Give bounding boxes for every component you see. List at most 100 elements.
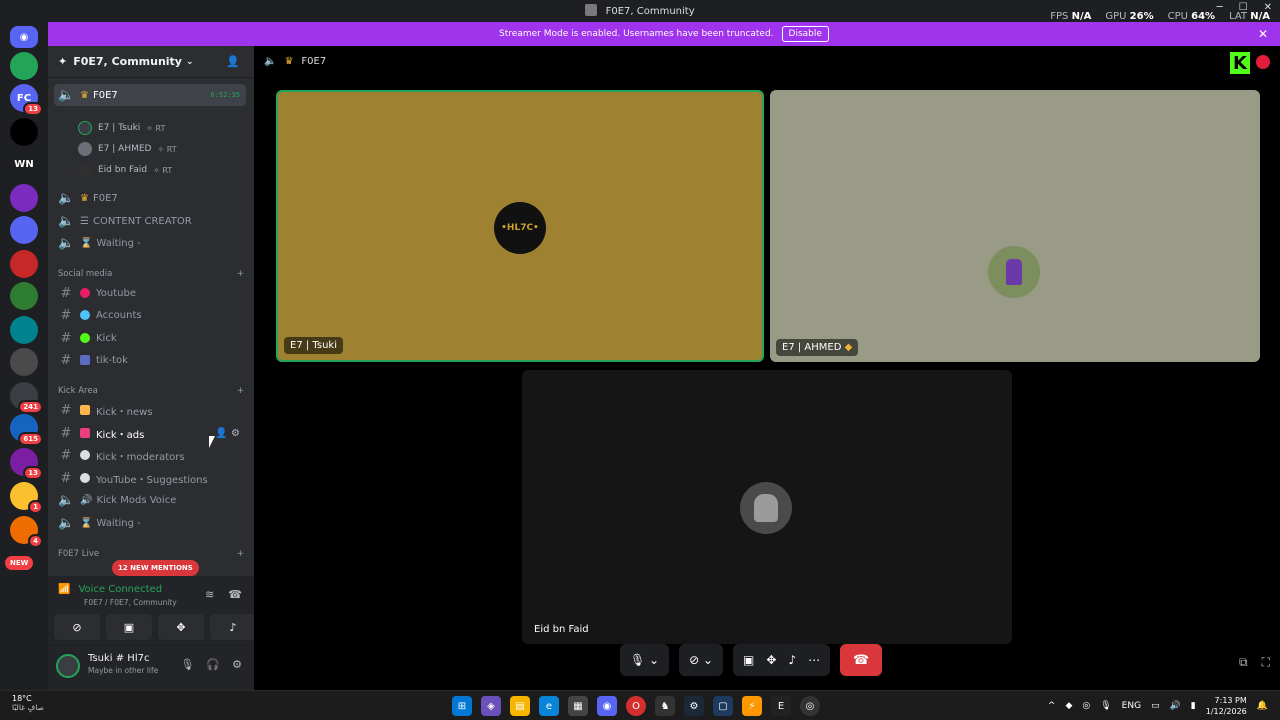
- voice-user[interactable]: Eid bn Faid ✧ RT: [78, 161, 172, 179]
- category-live[interactable]: F0E7 Live +: [58, 549, 244, 559]
- opera-icon[interactable]: O: [626, 696, 646, 716]
- server-icon[interactable]: FC 13: [10, 84, 43, 116]
- voice-channel[interactable]: 🔈 🔊 Kick Mods Voice: [54, 489, 246, 511]
- text-channel[interactable]: # Kick: [54, 327, 246, 349]
- close-banner-icon[interactable]: ✕: [1258, 27, 1268, 41]
- screen-share-button[interactable]: ▣: [106, 614, 152, 640]
- tray-app-icon[interactable]: ◎: [1082, 701, 1090, 711]
- new-mentions-pill[interactable]: 12 NEW MENTIONS: [112, 560, 199, 576]
- network-icon[interactable]: ▭: [1151, 701, 1160, 711]
- server-icon[interactable]: [10, 216, 38, 244]
- gear-icon[interactable]: ⚙: [232, 658, 242, 671]
- server-icon[interactable]: [10, 316, 38, 344]
- server-icon[interactable]: 13: [10, 448, 43, 480]
- add-channel-icon[interactable]: +: [237, 269, 244, 279]
- server-icon[interactable]: 4: [10, 516, 43, 548]
- app-icon[interactable]: ▢: [713, 696, 733, 716]
- voice-channel[interactable]: 🔈 ☰ CONTENT CREATOR: [54, 210, 246, 232]
- app-icon[interactable]: ♞: [655, 696, 675, 716]
- more-options-icon[interactable]: ⋯: [808, 653, 820, 667]
- tray-app-icon[interactable]: ◆: [1065, 701, 1072, 711]
- headphones-icon[interactable]: 🎧: [206, 658, 220, 671]
- voice-channel-active[interactable]: 🔈 ♛ F0E7 6:52:35: [54, 84, 246, 106]
- text-channel[interactable]: # YouTube・Suggestions: [54, 467, 246, 489]
- gear-icon[interactable]: ⚙: [231, 428, 240, 439]
- invite-people-icon[interactable]: 👤: [226, 55, 240, 68]
- camera-button[interactable]: ⊘ ⌄: [679, 644, 724, 676]
- guild-header[interactable]: ✦ F0E7, Community ⌄ 👤: [48, 46, 254, 78]
- edge-icon[interactable]: e: [539, 696, 559, 716]
- maximize-icon[interactable]: ☐: [1239, 2, 1248, 13]
- text-channel[interactable]: # Kick・news: [54, 399, 246, 421]
- server-icon[interactable]: [10, 282, 38, 310]
- chevron-up-icon[interactable]: ^: [1048, 701, 1056, 711]
- new-badge: NEW: [5, 556, 34, 570]
- discord-taskbar-icon[interactable]: ◉: [597, 696, 617, 716]
- disconnect-icon[interactable]: ☎: [228, 588, 242, 601]
- server-icon[interactable]: [10, 52, 38, 80]
- camera-toggle-button[interactable]: ⊘: [54, 614, 100, 640]
- text-channel[interactable]: # tik-tok: [54, 349, 246, 371]
- discord-home-icon[interactable]: ◉: [10, 26, 38, 48]
- minimize-icon[interactable]: ─: [1217, 2, 1223, 13]
- language-indicator[interactable]: ENG: [1122, 701, 1141, 711]
- category-kick[interactable]: Kick Area +: [58, 386, 244, 396]
- crown-icon: ♛: [80, 192, 89, 204]
- voice-channel[interactable]: 🔈 ⌛ Waiting -: [54, 512, 246, 534]
- video-tile[interactable]: Eid bn Faid: [522, 370, 1012, 644]
- server-icon[interactable]: [10, 250, 38, 278]
- battery-icon[interactable]: ▮: [1191, 701, 1196, 711]
- close-window-icon[interactable]: ✕: [1264, 2, 1272, 13]
- screen-share-icon[interactable]: ▣: [743, 653, 754, 667]
- noise-suppression-icon[interactable]: ≋: [205, 588, 214, 601]
- windows-start-icon[interactable]: ⊞: [452, 696, 472, 716]
- server-icon[interactable]: [10, 348, 38, 376]
- voice-channel[interactable]: 🔈 ♛ F0E7: [54, 187, 246, 209]
- soundboard-button[interactable]: ♪: [210, 614, 256, 640]
- activities-icon[interactable]: ✥: [766, 653, 776, 667]
- voice-channel[interactable]: 🔈 ⌛ Waiting -: [54, 232, 246, 254]
- leave-call-button[interactable]: ☎: [840, 644, 883, 676]
- copilot-icon[interactable]: ◈: [481, 696, 501, 716]
- server-icon[interactable]: 241: [10, 382, 43, 414]
- avatar[interactable]: [56, 654, 80, 678]
- server-icon[interactable]: [10, 184, 38, 212]
- add-channel-icon[interactable]: +: [237, 386, 244, 396]
- add-channel-icon[interactable]: +: [237, 549, 244, 559]
- weather-widget[interactable]: 18°C صافٍ غالبًا: [12, 694, 44, 712]
- soundboard-icon[interactable]: ♪: [788, 653, 796, 667]
- voice-location[interactable]: F0E7 / F0E7, Community: [84, 598, 177, 607]
- app-icon[interactable]: ⚡: [742, 696, 762, 716]
- popout-icon[interactable]: ⧉: [1239, 655, 1248, 670]
- steam-icon[interactable]: ⚙: [684, 696, 704, 716]
- user-name[interactable]: Tsuki # Hl7c: [88, 653, 149, 664]
- server-icon[interactable]: [10, 118, 38, 146]
- channel-name: Youtube: [96, 287, 136, 299]
- fullscreen-icon[interactable]: ⛶: [1262, 655, 1270, 670]
- volume-icon[interactable]: 🔊: [1170, 701, 1181, 711]
- file-explorer-icon[interactable]: ▤: [510, 696, 530, 716]
- microphone-icon[interactable]: 🎙: [180, 658, 194, 671]
- disable-streamer-button[interactable]: Disable: [781, 26, 829, 42]
- youtube-icon: [80, 288, 90, 298]
- video-tile[interactable]: E7 | AHMED ◆: [770, 90, 1260, 362]
- text-channel[interactable]: # Youtube: [54, 282, 246, 304]
- server-badge: 615: [18, 432, 43, 446]
- clock[interactable]: 7:13 PM 1/12/2026: [1206, 695, 1247, 717]
- activities-button[interactable]: ✥: [158, 614, 204, 640]
- server-icon[interactable]: 1: [10, 482, 43, 514]
- server-icon[interactable]: 615: [10, 414, 43, 446]
- video-tile-speaking[interactable]: •HL7C• E7 | Tsuki: [276, 90, 764, 362]
- category-social[interactable]: Social media +: [58, 269, 244, 279]
- voice-user[interactable]: E7 | AHMED ✧ RT: [78, 140, 177, 158]
- voice-user[interactable]: E7 | Tsuki ✧ RT: [78, 119, 165, 137]
- microphone-icon[interactable]: 🎙: [1100, 701, 1111, 711]
- text-channel[interactable]: # Accounts: [54, 304, 246, 326]
- epic-games-icon[interactable]: E: [771, 696, 791, 716]
- app-icon[interactable]: ◎: [800, 696, 820, 716]
- voice-status-text[interactable]: Voice Connected: [78, 584, 162, 595]
- store-icon[interactable]: ▦: [568, 696, 588, 716]
- mute-button[interactable]: 🎙 ⌄: [620, 644, 670, 676]
- notification-icon[interactable]: 🔔: [1257, 701, 1268, 711]
- server-icon[interactable]: WN: [10, 150, 38, 178]
